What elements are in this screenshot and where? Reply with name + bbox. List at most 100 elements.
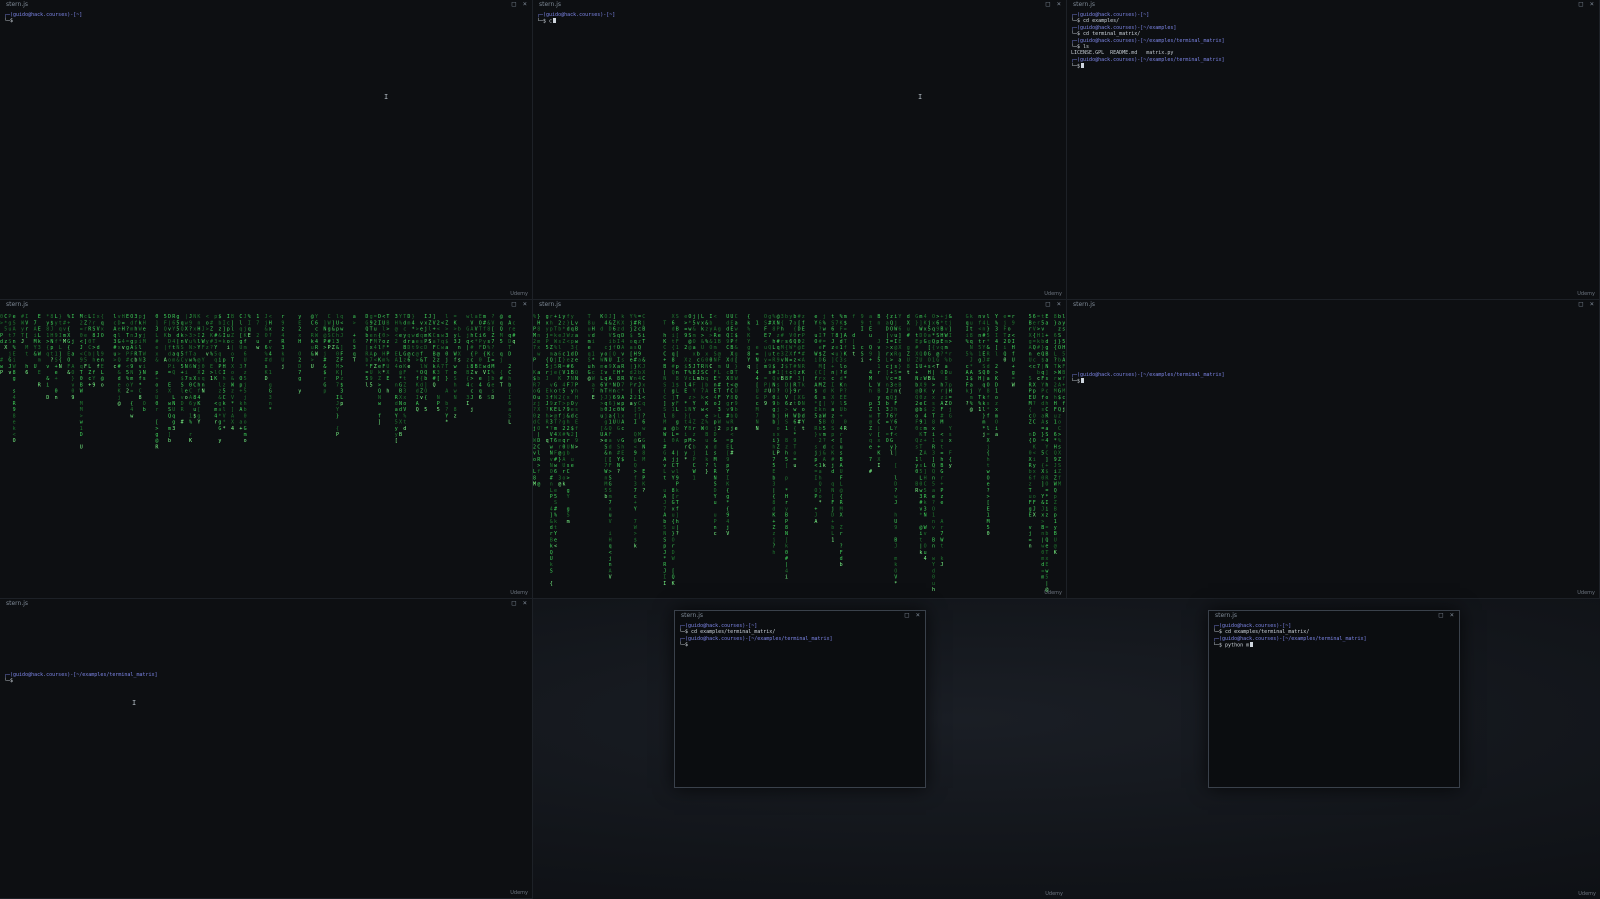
svg-text:h: h xyxy=(819,475,822,481)
terminal-output[interactable]: ┌─(guido@hack.courses)-[~] └─$ xyxy=(4,12,528,287)
svg-text:@: @ xyxy=(798,345,801,351)
svg-text:V: V xyxy=(475,327,478,333)
svg-text:0: 0 xyxy=(919,395,922,401)
svg-text:P: P xyxy=(336,432,339,438)
svg-text:7: 7 xyxy=(533,345,536,351)
close-icon[interactable]: × xyxy=(916,612,920,619)
svg-text:O: O xyxy=(533,395,536,401)
svg-text:%: % xyxy=(189,420,192,426)
maximize-icon[interactable]: □ xyxy=(512,301,516,308)
svg-text:M: M xyxy=(819,364,822,370)
svg-text:#: # xyxy=(987,358,990,364)
maximize-icon[interactable]: □ xyxy=(512,1,516,8)
close-icon[interactable]: × xyxy=(523,1,527,8)
close-icon[interactable]: × xyxy=(1590,301,1594,308)
svg-text:D: D xyxy=(672,550,675,556)
svg-text:I: I xyxy=(831,382,834,388)
svg-text:X: X xyxy=(386,370,389,376)
svg-text:#: # xyxy=(798,314,801,320)
svg-text:d: d xyxy=(840,339,843,345)
svg-text:T: T xyxy=(445,364,448,370)
title-bar[interactable]: stern.js □ × xyxy=(675,611,925,621)
terminal-output[interactable]: ┌─(guido@hack.courses)-[~] └─$ cd example… xyxy=(1071,12,1595,287)
terminal-output[interactable]: ┌─(guido@hack.courses)-[~] └─$ c xyxy=(537,12,1062,287)
title-bar[interactable]: stern.js □ × xyxy=(1067,300,1599,310)
svg-text:y: y xyxy=(218,438,221,444)
svg-text:Q: Q xyxy=(172,370,175,376)
shell-prompt: ┌─(guido@hack.courses)-[~/examples/termi… xyxy=(1071,56,1225,63)
maximize-icon[interactable]: □ xyxy=(1579,1,1583,8)
svg-text:i: i xyxy=(995,426,998,432)
svg-text:N: N xyxy=(756,420,759,426)
terminal-output[interactable]: ┌─(guido@hack.courses)-[~/examples/termi… xyxy=(1071,372,1595,586)
maximize-icon[interactable]: □ xyxy=(1439,612,1443,619)
svg-text:r: r xyxy=(155,407,158,413)
title-bar[interactable]: stern.js □ × xyxy=(1067,0,1599,10)
svg-text:K: K xyxy=(428,333,431,339)
svg-text:]: ] xyxy=(831,358,834,364)
svg-text:c: c xyxy=(789,370,792,376)
svg-text:P: P xyxy=(714,519,717,525)
svg-text:e: e xyxy=(118,382,121,388)
close-icon[interactable]: × xyxy=(1590,1,1594,8)
shell-prompt: ┌─(guido@hack.courses)-[~/examples/termi… xyxy=(1071,37,1225,44)
svg-text:+: + xyxy=(869,358,872,364)
title-bar[interactable]: stern.js □ × xyxy=(0,300,532,310)
terminal-window-5-matrix[interactable]: stern.js □ × % P M 2 7 P K $ Ro Oz? 0 d j W 2 v o L 8 M} H 8 n… xyxy=(533,300,1067,599)
svg-text:1: 1 xyxy=(672,407,675,413)
terminal-window-4-matrix[interactable]: stern.js □ × 0 > Pd # w P C * 5 z X Pg u t Sj G Jv e S A 7 n%… xyxy=(0,300,533,599)
maximize-icon[interactable]: □ xyxy=(905,612,909,619)
svg-text:9: 9 xyxy=(101,351,104,357)
terminal-window-2[interactable]: stern.js □ × ┌─(guido@hack.courses)-[~] └… xyxy=(533,0,1067,300)
maximize-icon[interactable]: □ xyxy=(1579,301,1583,308)
svg-text:k: k xyxy=(550,389,553,395)
svg-text:8: 8 xyxy=(13,370,16,376)
terminal-output[interactable]: ┌─(guido@hack.courses)-[~] └─$ cd example… xyxy=(679,623,921,775)
svg-text:L: L xyxy=(458,333,461,339)
terminal-output[interactable]: ┌─(guido@hack.courses)-[~/examples/termi… xyxy=(4,672,528,886)
close-icon[interactable]: × xyxy=(1057,301,1061,308)
terminal-window-9-floating[interactable]: stern.js □ × ┌─(guido@hack.courses)-[~] └… xyxy=(1208,610,1460,788)
terminal-window-6[interactable]: stern.js □ × ┌─(guido@hack.courses)-[~/e… xyxy=(1067,300,1600,599)
svg-text:0: 0 xyxy=(155,401,158,407)
terminal-output[interactable]: ┌─(guido@hack.courses)-[~] └─$ cd example… xyxy=(1213,623,1455,775)
svg-text:G: G xyxy=(949,413,952,419)
title-bar[interactable]: stern.js □ × xyxy=(533,300,1066,310)
svg-text:1: 1 xyxy=(978,407,981,413)
svg-text:t: t xyxy=(1041,314,1044,320)
svg-text:q: q xyxy=(420,333,423,339)
title-bar[interactable]: stern.js □ × xyxy=(0,599,532,609)
close-icon[interactable]: × xyxy=(1057,1,1061,8)
svg-text:q: q xyxy=(604,376,607,382)
svg-text:q: q xyxy=(113,333,116,339)
svg-text:}: } xyxy=(840,351,843,357)
title-bar[interactable]: stern.js □ × xyxy=(1209,611,1459,621)
svg-text:f: f xyxy=(97,364,100,370)
svg-text:P: P xyxy=(840,389,843,395)
title-bar[interactable]: stern.js □ × xyxy=(0,0,532,10)
terminal-window-7[interactable]: stern.js □ × ┌─(guido@hack.courses)-[~/e… xyxy=(0,599,533,899)
svg-text:b: b xyxy=(244,407,247,413)
svg-text:T: T xyxy=(684,370,687,376)
svg-text:m: m xyxy=(945,345,948,351)
svg-text:w: w xyxy=(454,389,458,395)
maximize-icon[interactable]: □ xyxy=(1046,1,1050,8)
svg-text:2: 2 xyxy=(718,426,721,432)
svg-text:s: s xyxy=(437,333,440,339)
maximize-icon[interactable]: □ xyxy=(512,600,516,607)
terminal-window-1[interactable]: stern.js □ × ┌─(guido@hack.courses)-[~] └… xyxy=(0,0,533,300)
svg-text:h: h xyxy=(676,519,679,525)
maximize-icon[interactable]: □ xyxy=(1046,301,1050,308)
terminal-window-8-floating[interactable]: stern.js □ × ┌─(guido@hack.courses)-[~] └… xyxy=(674,610,926,788)
close-icon[interactable]: × xyxy=(523,600,527,607)
close-icon[interactable]: × xyxy=(1450,612,1454,619)
svg-text:b: b xyxy=(705,382,708,388)
svg-text:*: * xyxy=(819,500,822,506)
terminal-window-3[interactable]: stern.js □ × ┌─(guido@hack.courses)-[~] └… xyxy=(1067,0,1600,300)
svg-text:e: e xyxy=(416,339,419,345)
title-bar[interactable]: stern.js □ × xyxy=(533,0,1066,10)
svg-text:i: i xyxy=(932,432,935,438)
close-icon[interactable]: × xyxy=(523,301,527,308)
window-title: stern.js xyxy=(681,612,704,619)
svg-text:P: P xyxy=(533,327,536,333)
